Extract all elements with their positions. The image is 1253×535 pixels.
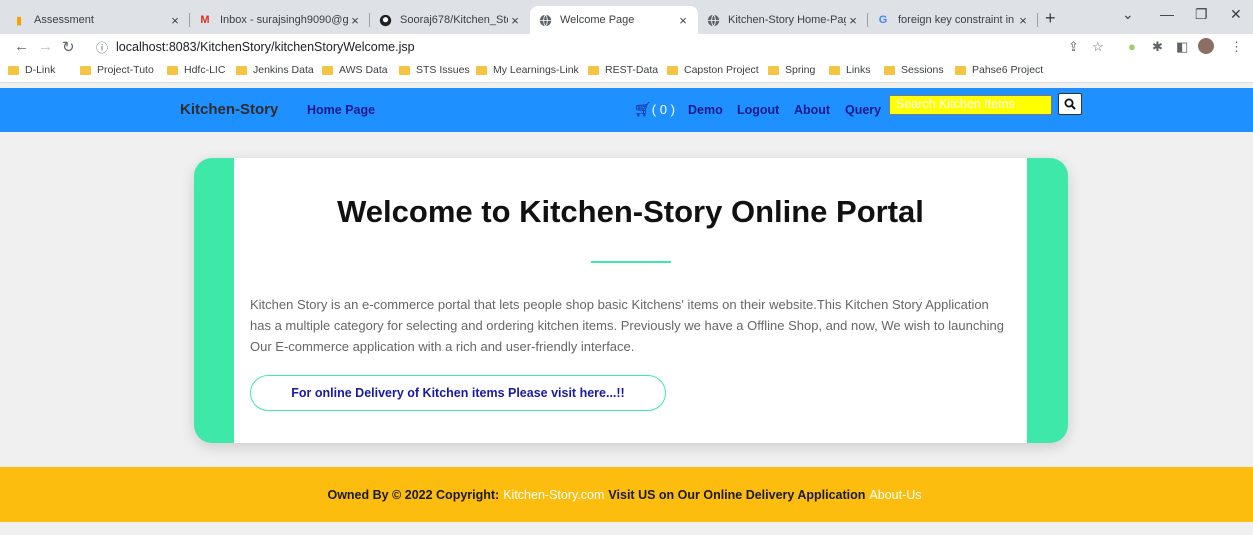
footer-about-link[interactable]: About-Us — [869, 488, 921, 502]
bookmark-item[interactable]: Capston Project — [667, 64, 759, 76]
cart-icon: 🛒︎ — [634, 101, 652, 117]
logout-link[interactable]: Logout — [737, 103, 779, 117]
extensions-puzzle-icon[interactable]: ✱ — [1152, 39, 1163, 55]
site-navbar: Kitchen-Story Home Page 🛒︎( 0 ) Demo Log… — [0, 88, 1253, 132]
folder-icon — [399, 65, 410, 75]
profile-avatar[interactable] — [1198, 38, 1214, 54]
tab-google-search[interactable]: G foreign key constraint in sq × — [868, 6, 1038, 34]
online-delivery-button[interactable]: For online Delivery of Kitchen items Ple… — [250, 375, 666, 411]
folder-icon — [588, 65, 599, 75]
footer-site-link[interactable]: Kitchen-Story.com — [503, 488, 604, 502]
reload-icon[interactable]: ↻ — [62, 38, 75, 56]
folder-icon — [80, 65, 91, 75]
tab-title: foreign key constraint in sq — [898, 14, 1016, 26]
search-icon — [1064, 98, 1076, 110]
google-icon: G — [878, 14, 888, 26]
portal-description: Kitchen Story is an e-commerce portal th… — [250, 297, 1004, 354]
folder-icon — [955, 65, 966, 75]
site-info-icon[interactable]: ⓘ — [96, 39, 108, 56]
bookmark-star-icon[interactable]: ☆ — [1092, 39, 1104, 55]
url-text: localhost:8083/KitchenStory/kitchenStory… — [116, 40, 415, 54]
footer-visit-text: Visit US on Our Online Delivery Applicat… — [608, 487, 866, 502]
github-icon — [378, 13, 392, 27]
bookmark-item[interactable]: Links — [829, 64, 871, 76]
folder-icon — [322, 65, 333, 75]
close-icon[interactable]: × — [846, 13, 860, 28]
close-icon[interactable]: × — [508, 13, 522, 28]
bookmark-item[interactable]: Sessions — [884, 64, 944, 76]
bookmark-item[interactable]: STS Issues — [399, 64, 470, 76]
welcome-card-content: Welcome to Kitchen-Story Online Portal K… — [234, 158, 1027, 443]
tab-title: Welcome Page — [560, 14, 635, 26]
side-panel-icon[interactable]: ◧ — [1176, 39, 1188, 55]
bookmark-item[interactable]: D-Link — [8, 64, 55, 76]
bookmark-item[interactable]: Spring — [768, 64, 815, 76]
tab-welcome-page[interactable]: Welcome Page × — [530, 6, 698, 34]
tab-title: Sooraj678/Kitchen_Story: Pl — [400, 14, 508, 26]
tab-github[interactable]: Sooraj678/Kitchen_Story: Pl × — [370, 6, 530, 34]
back-icon[interactable]: ← — [14, 38, 29, 55]
bookmark-item[interactable]: My Learnings-Link — [476, 64, 579, 76]
folder-icon — [768, 65, 779, 75]
window-close-icon[interactable]: ✕ — [1230, 6, 1242, 23]
query-link[interactable]: Query — [845, 103, 881, 117]
site-footer: Owned By © 2022 Copyright: Kitchen-Story… — [0, 467, 1253, 522]
cart-link[interactable]: 🛒︎( 0 ) — [634, 101, 675, 118]
bookmark-item[interactable]: Pahse6 Project — [955, 64, 1043, 76]
cart-count: ( 0 ) — [651, 102, 675, 117]
home-page-link[interactable]: Home Page — [307, 103, 375, 117]
bookmark-item[interactable]: Jenkins Data — [236, 64, 314, 76]
about-link[interactable]: About — [794, 103, 830, 117]
tab-title: Assessment — [34, 14, 94, 26]
new-tab-icon[interactable]: + — [1045, 8, 1056, 29]
forward-icon[interactable]: → — [38, 38, 53, 55]
tab-search-chevron-icon[interactable]: ⌄ — [1122, 6, 1134, 23]
extension-icon[interactable]: ● — [1128, 39, 1136, 54]
browser-tab-strip: ▮ Assessment × M Inbox - surajsingh9090@… — [0, 0, 1253, 34]
globe-icon — [706, 13, 720, 27]
menu-dots-icon[interactable]: ⋮ — [1230, 39, 1243, 55]
restore-icon[interactable]: ❐ — [1195, 6, 1208, 23]
folder-icon — [236, 65, 247, 75]
bar-chart-icon: ▮ — [15, 14, 23, 27]
close-icon[interactable]: × — [1016, 13, 1030, 28]
share-icon[interactable]: ⇪ — [1068, 39, 1079, 55]
folder-icon — [8, 65, 19, 75]
close-icon[interactable]: × — [348, 13, 362, 28]
search-input[interactable]: Search Kitchen Items — [889, 95, 1052, 115]
page-title: Welcome to Kitchen-Story Online Portal — [337, 194, 924, 229]
bookmarks-bar: D-Link Project-Tuto Hdfc-LIC Jenkins Dat… — [0, 60, 1253, 83]
footer-owned-text: Owned By © 2022 Copyright: — [327, 487, 500, 502]
minimize-icon[interactable]: — — [1160, 6, 1174, 22]
welcome-card: Welcome to Kitchen-Story Online Portal K… — [194, 158, 1068, 443]
bookmark-item[interactable]: REST-Data — [588, 64, 658, 76]
search-button[interactable] — [1058, 93, 1082, 115]
address-bar-row: ← → ↻ ⓘ localhost:8083/KitchenStory/kitc… — [0, 34, 1253, 60]
url-field[interactable]: ⓘ localhost:8083/KitchenStory/kitchenSto… — [96, 36, 1076, 58]
folder-icon — [667, 65, 678, 75]
tab-inbox[interactable]: M Inbox - surajsingh9090@gm × — [190, 6, 370, 34]
folder-icon — [476, 65, 487, 75]
bookmark-item[interactable]: Hdfc-LIC — [167, 64, 225, 76]
brand-logo[interactable]: Kitchen-Story — [180, 101, 278, 118]
tab-kitchen-story-home[interactable]: Kitchen-Story Home-Page × — [698, 6, 868, 34]
folder-icon — [829, 65, 840, 75]
title-divider — [591, 261, 671, 263]
bookmark-item[interactable]: Project-Tuto — [80, 64, 154, 76]
folder-icon — [884, 65, 895, 75]
close-icon[interactable]: × — [676, 13, 690, 28]
bookmark-item[interactable]: AWS Data — [322, 64, 388, 76]
folder-icon — [167, 65, 178, 75]
close-icon[interactable]: × — [168, 13, 182, 28]
gmail-icon: M — [200, 14, 210, 26]
tab-title: Inbox - surajsingh9090@gm — [220, 14, 348, 26]
tab-assessment[interactable]: ▮ Assessment × — [4, 6, 190, 34]
demo-link[interactable]: Demo — [688, 103, 723, 117]
globe-icon — [538, 13, 552, 27]
tab-title: Kitchen-Story Home-Page — [728, 14, 846, 26]
